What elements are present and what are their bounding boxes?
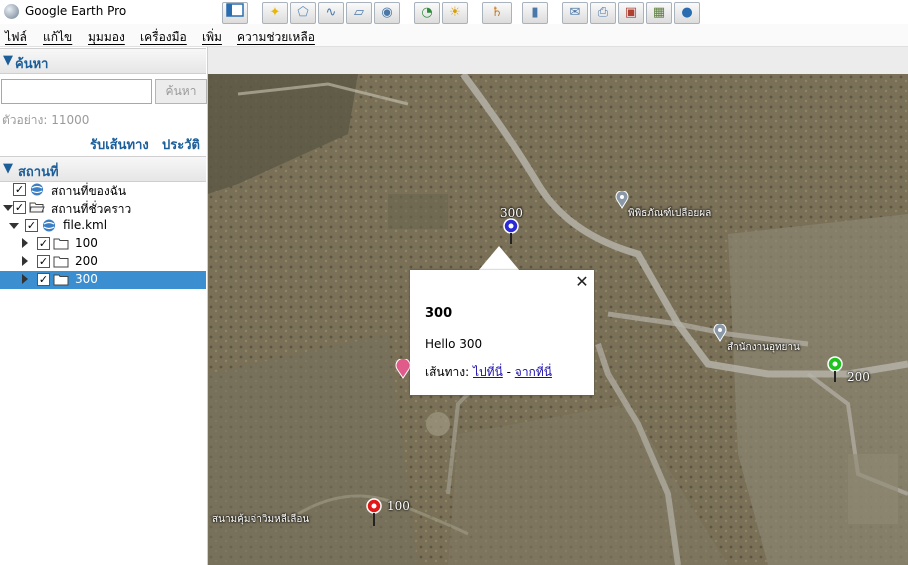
add-placemark-button[interactable]: ✦ xyxy=(262,2,288,24)
file-kml-checkbox[interactable]: ✓ xyxy=(25,219,38,232)
ruler-icon: ▮ xyxy=(531,5,539,20)
menu-file[interactable]: ไฟล์ xyxy=(5,28,27,47)
planets-button[interactable]: ♄ xyxy=(482,2,512,24)
earth-gallery-icon: ● xyxy=(681,5,693,20)
search-example-hint: ตัวอย่าง: 11000 xyxy=(2,113,90,127)
folder-open-icon xyxy=(29,202,45,213)
add-path-icon: ∿ xyxy=(325,5,337,20)
collapse-arrow-icon: ▼ xyxy=(3,161,13,176)
directions-to-here-link[interactable]: ไปที่นี่ xyxy=(473,365,503,379)
tree-item-200[interactable]: ✓ 200 xyxy=(0,253,206,271)
popup-description: Hello 300 xyxy=(425,337,483,351)
earth-gallery-button[interactable]: ● xyxy=(674,2,700,24)
folder-icon xyxy=(53,238,69,250)
planets-icon: ♄ xyxy=(491,5,503,20)
ruler-button[interactable]: ▮ xyxy=(522,2,548,24)
save-image-button[interactable]: ▣ xyxy=(618,2,644,24)
sunlight-icon: ☀ xyxy=(449,5,461,20)
menu-add[interactable]: เพิ่ม xyxy=(202,28,222,47)
sidebar-toggle-button[interactable] xyxy=(222,2,248,24)
record-tour-icon: ◉ xyxy=(381,5,393,20)
tree-item-my-places[interactable]: ✓ สถานที่ของฉัน xyxy=(0,181,206,199)
view-in-maps-button[interactable]: ▦ xyxy=(646,2,672,24)
historical-imagery-icon: ◔ xyxy=(421,5,433,20)
historical-imagery-button[interactable]: ◔ xyxy=(414,2,440,24)
tree-item-300[interactable]: ✓ 300 xyxy=(0,271,206,289)
add-path-button[interactable]: ∿ xyxy=(318,2,344,24)
email-icon: ✉ xyxy=(569,5,581,20)
menu-help[interactable]: ความช่วยเหลือ xyxy=(237,28,315,47)
menu-bar: ไฟล์ แก้ไข มุมมอง เครื่องมือ เพิ่ม ความช… xyxy=(0,24,908,47)
tree-label: 200 xyxy=(75,254,98,268)
collapse-arrow-icon: ▼ xyxy=(3,53,13,68)
pin-300-label: 300 xyxy=(500,206,523,220)
poi-label: สำนักงานอุทยาน xyxy=(727,342,800,353)
popup-tail xyxy=(478,246,520,271)
pin-200-marker-icon[interactable] xyxy=(826,355,844,383)
email-button[interactable]: ✉ xyxy=(562,2,588,24)
add-placemark-icon: ✦ xyxy=(269,5,281,20)
map-area-label: สนามคุ้มจ่าวิมหลีเลือน xyxy=(212,514,310,525)
tree-item-temporary-places[interactable]: ✓ สถานที่ชั่วคราว xyxy=(0,199,206,217)
tree-item-file-kml[interactable]: ✓ file.kml xyxy=(0,217,206,235)
globe-icon xyxy=(31,183,43,196)
popup-title: 300 xyxy=(425,306,453,321)
add-polygon-icon: ⬠ xyxy=(297,5,309,20)
pin-100-marker-icon[interactable] xyxy=(365,497,383,527)
print-icon: ⎙ xyxy=(597,5,609,20)
tree-label: file.kml xyxy=(63,218,108,232)
expand-arrow-icon[interactable] xyxy=(9,223,19,229)
hotel-marker-icon[interactable] xyxy=(395,359,411,379)
poi-marker-icon[interactable] xyxy=(615,191,629,209)
my-places-checkbox[interactable]: ✓ xyxy=(13,183,26,196)
poi-marker-icon[interactable] xyxy=(713,324,727,342)
folder-icon xyxy=(53,256,69,268)
menu-view[interactable]: มุมมอง xyxy=(88,28,125,47)
search-panel-header[interactable]: ▼ ค้นหา xyxy=(0,48,206,74)
search-header-label: ค้นหา xyxy=(15,57,49,72)
folder-200-checkbox[interactable]: ✓ xyxy=(37,255,50,268)
places-header-label: สถานที่ xyxy=(18,165,59,180)
add-polygon-button[interactable]: ⬠ xyxy=(290,2,316,24)
expand-arrow-icon[interactable] xyxy=(22,256,28,266)
menu-tools[interactable]: เครื่องมือ xyxy=(140,28,187,47)
directions-prefix: เส้นทาง: xyxy=(425,365,470,379)
add-image-overlay-icon: ▱ xyxy=(354,5,364,20)
globe-icon xyxy=(43,219,55,232)
history-link[interactable]: ประวัติ xyxy=(162,134,200,155)
folder-icon xyxy=(53,274,69,286)
google-earth-app-icon xyxy=(4,4,19,19)
expand-arrow-icon[interactable] xyxy=(22,238,28,248)
folder-100-checkbox[interactable]: ✓ xyxy=(37,237,50,250)
menu-edit[interactable]: แก้ไข xyxy=(43,28,72,47)
close-icon[interactable]: ✕ xyxy=(575,274,589,290)
print-button[interactable]: ⎙ xyxy=(590,2,616,24)
search-button[interactable]: ค้นหา xyxy=(155,79,207,104)
tree-label: 100 xyxy=(75,236,98,250)
directions-separator: - xyxy=(506,365,511,379)
folder-300-checkbox[interactable]: ✓ xyxy=(37,273,50,286)
sunlight-button[interactable]: ☀ xyxy=(442,2,468,24)
expand-arrow-icon[interactable] xyxy=(3,205,13,211)
get-directions-link[interactable]: รับเส้นทาง xyxy=(90,134,149,155)
pin-100-label: 100 xyxy=(387,499,410,513)
save-image-icon: ▣ xyxy=(624,5,638,20)
tree-label: 300 xyxy=(75,272,98,286)
window-title: Google Earth Pro xyxy=(25,4,127,18)
directions-from-here-link[interactable]: จากที่นี่ xyxy=(515,365,552,379)
popup-directions: เส้นทาง: ไปที่นี่ - จากที่นี่ xyxy=(425,363,552,382)
temporary-places-checkbox[interactable]: ✓ xyxy=(13,201,26,214)
search-input[interactable] xyxy=(1,79,152,104)
tree-item-100[interactable]: ✓ 100 xyxy=(0,235,206,253)
toolbar xyxy=(208,47,908,75)
add-image-overlay-button[interactable]: ▱ xyxy=(346,2,372,24)
sidebar-toggle-icon xyxy=(226,3,244,17)
expand-arrow-icon[interactable] xyxy=(22,274,28,284)
pin-300-marker-icon[interactable] xyxy=(502,217,520,245)
poi-label: พิพิธภัณฑ์เปลือยผล xyxy=(628,208,712,219)
record-tour-button[interactable]: ◉ xyxy=(374,2,400,24)
places-panel-header[interactable]: ▼ สถานที่ xyxy=(0,156,206,182)
pin-200-label: 200 xyxy=(847,370,870,384)
view-in-maps-icon: ▦ xyxy=(652,5,666,20)
